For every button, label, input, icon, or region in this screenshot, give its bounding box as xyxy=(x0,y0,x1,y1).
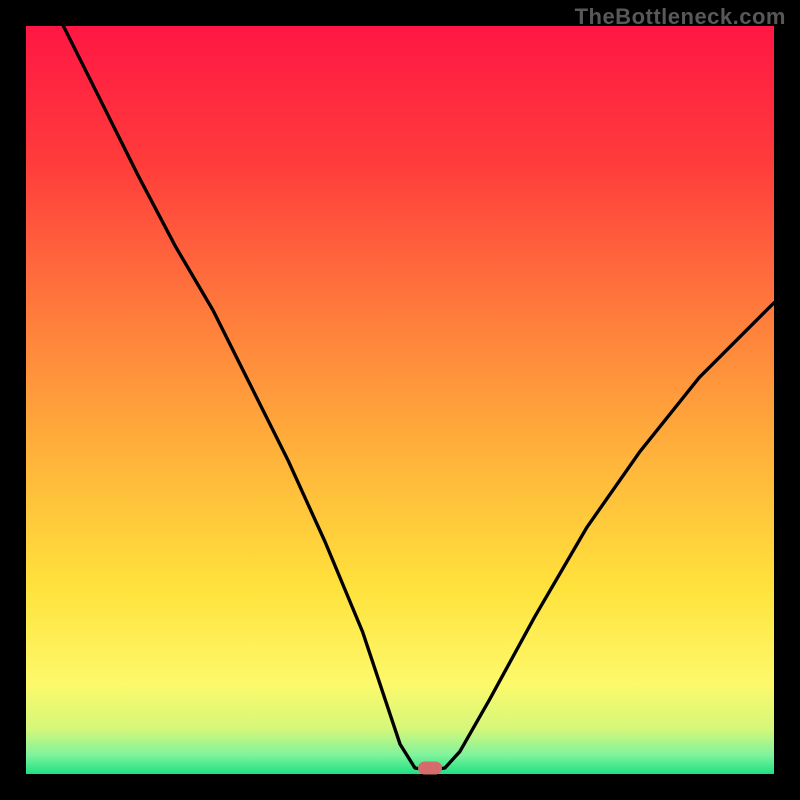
chart-frame: TheBottleneck.com xyxy=(0,0,800,800)
selection-marker xyxy=(418,762,442,775)
bottleneck-curve xyxy=(26,26,774,774)
watermark-text: TheBottleneck.com xyxy=(575,4,786,30)
plot-area xyxy=(26,26,774,774)
